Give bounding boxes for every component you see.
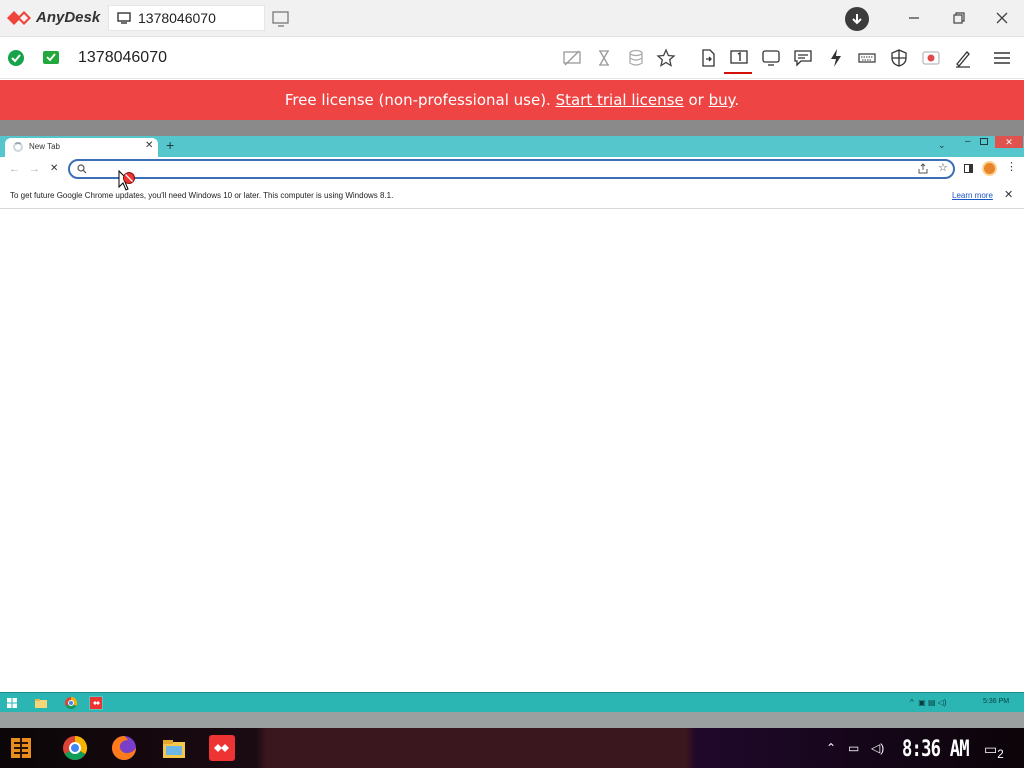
remote-bottom-border	[0, 712, 1024, 728]
anydesk-app-icon[interactable]	[208, 734, 236, 762]
firefox-icon[interactable]	[110, 734, 138, 762]
file-explorer-icon[interactable]	[160, 734, 188, 762]
session-tab[interactable]: 1378046070	[108, 5, 265, 31]
anydesk-titlebar: AnyDesk 1378046070	[0, 0, 1024, 37]
remote-tray-icons[interactable]: ^ ▣ ▤ ◁)	[910, 698, 947, 707]
stop-icon[interactable]: ✕	[50, 163, 58, 174]
new-session-icon[interactable]	[272, 11, 290, 27]
chrome-menu-icon[interactable]: ⋮	[1006, 160, 1017, 173]
infobar-close-icon[interactable]: ✕	[1004, 188, 1013, 201]
local-taskbar: ⌃ ▭ ◁) 8:36 AM ▭2	[0, 728, 1024, 768]
remote-clock: 5:36 PM	[983, 698, 1010, 705]
start-trial-link[interactable]: Start trial license	[556, 91, 684, 109]
license-message: Free license (non-professional use). Sta…	[0, 91, 1024, 109]
stack-icon[interactable]	[626, 48, 646, 68]
actions-icon[interactable]	[826, 48, 846, 68]
search-icon	[77, 164, 87, 174]
notifications-icon[interactable]: ▭2	[984, 741, 1004, 761]
close-icon[interactable]	[991, 7, 1013, 29]
tab-close-icon[interactable]: ✕	[145, 140, 153, 151]
chrome-update-infobar: To get future Google Chrome updates, you…	[0, 181, 1024, 209]
remote-address: 1378046070	[78, 49, 167, 66]
chrome-icon[interactable]	[61, 734, 89, 762]
screen-permission-icon[interactable]	[43, 51, 59, 64]
local-clock: 8:36 AM	[902, 737, 970, 762]
infobar-message: To get future Google Chrome updates, you…	[10, 191, 394, 200]
menu-icon[interactable]	[992, 48, 1012, 68]
chrome-minimize-icon[interactable]: –	[965, 136, 971, 147]
restore-icon[interactable]	[948, 7, 970, 29]
keyboard-icon[interactable]	[857, 48, 877, 68]
monitor-icon	[117, 12, 131, 24]
windows-start-icon[interactable]	[5, 696, 19, 710]
chrome-tab[interactable]: New Tab ✕	[5, 138, 158, 157]
tray-overflow-icon[interactable]: ⌃	[826, 741, 836, 755]
forward-icon[interactable]: →	[29, 163, 40, 175]
active-display-indicator	[724, 72, 752, 74]
whiteboard-icon[interactable]	[953, 48, 973, 68]
remote-taskbar: ^ ▣ ▤ ◁) 5:36 PM	[0, 692, 1024, 712]
license-banner: Free license (non-professional use). Sta…	[0, 80, 1024, 120]
session-tab-label: 1378046070	[138, 10, 216, 26]
chrome-close-icon[interactable]: ✕	[995, 136, 1023, 148]
address-bar[interactable]	[68, 159, 955, 179]
chrome-tab-strip: New Tab ✕ + ⌄ – ✕	[0, 136, 1024, 157]
chrome-toolbar: ← → ✕ ☆ ⋮	[0, 157, 1024, 181]
back-icon[interactable]: ←	[9, 163, 20, 175]
hourglass-icon[interactable]	[594, 48, 614, 68]
license-middle: or	[683, 91, 709, 109]
privacy-mode-icon[interactable]	[562, 48, 582, 68]
profile-avatar[interactable]	[982, 161, 997, 176]
anydesk-toolbar: 1378046070	[0, 38, 1024, 79]
new-tab-button[interactable]: +	[166, 137, 174, 153]
remote-border	[0, 120, 1024, 136]
permissions-icon[interactable]	[889, 48, 909, 68]
network-icon[interactable]: ▭	[848, 741, 859, 755]
share-icon[interactable]	[917, 163, 929, 175]
bookmark-star-icon[interactable]: ☆	[938, 161, 948, 174]
chrome-icon[interactable]	[64, 696, 78, 710]
app-name: AnyDesk	[36, 9, 101, 26]
license-suffix: .	[734, 91, 740, 109]
display-1-icon[interactable]	[729, 48, 749, 68]
file-explorer-icon[interactable]	[34, 696, 48, 710]
notification-count: 2	[997, 747, 1004, 761]
tray-expand-icon[interactable]: ^	[910, 698, 914, 707]
connection-ok-icon	[8, 50, 24, 66]
monitor-icon[interactable]	[761, 48, 781, 68]
remote-screen[interactable]: New Tab ✕ + ⌄ – ✕ ← → ✕ ☆ ⋮ To get futur…	[0, 136, 1024, 728]
minimize-icon[interactable]	[903, 7, 925, 29]
tab-search-icon[interactable]: ⌄	[938, 140, 946, 151]
side-panel-icon[interactable]	[964, 164, 973, 173]
chrome-restore-icon[interactable]	[980, 138, 988, 145]
loading-spinner-icon	[13, 142, 23, 152]
file-transfer-icon[interactable]	[698, 48, 718, 68]
learn-more-link[interactable]: Learn more	[952, 191, 993, 200]
record-icon[interactable]	[921, 48, 941, 68]
anydesk-taskbar-icon[interactable]	[89, 696, 103, 710]
volume-icon[interactable]: ◁)	[871, 741, 884, 755]
star-icon[interactable]	[656, 48, 676, 68]
buy-link[interactable]: buy	[709, 91, 735, 109]
license-prefix: Free license (non-professional use).	[284, 91, 556, 109]
chrome-tab-title: New Tab	[29, 142, 60, 151]
account-icon[interactable]	[845, 7, 869, 31]
chat-icon[interactable]	[793, 48, 813, 68]
start-menu-icon[interactable]	[8, 734, 36, 762]
mouse-cursor-blocked-icon	[118, 170, 135, 191]
anydesk-logo-icon	[7, 11, 31, 25]
